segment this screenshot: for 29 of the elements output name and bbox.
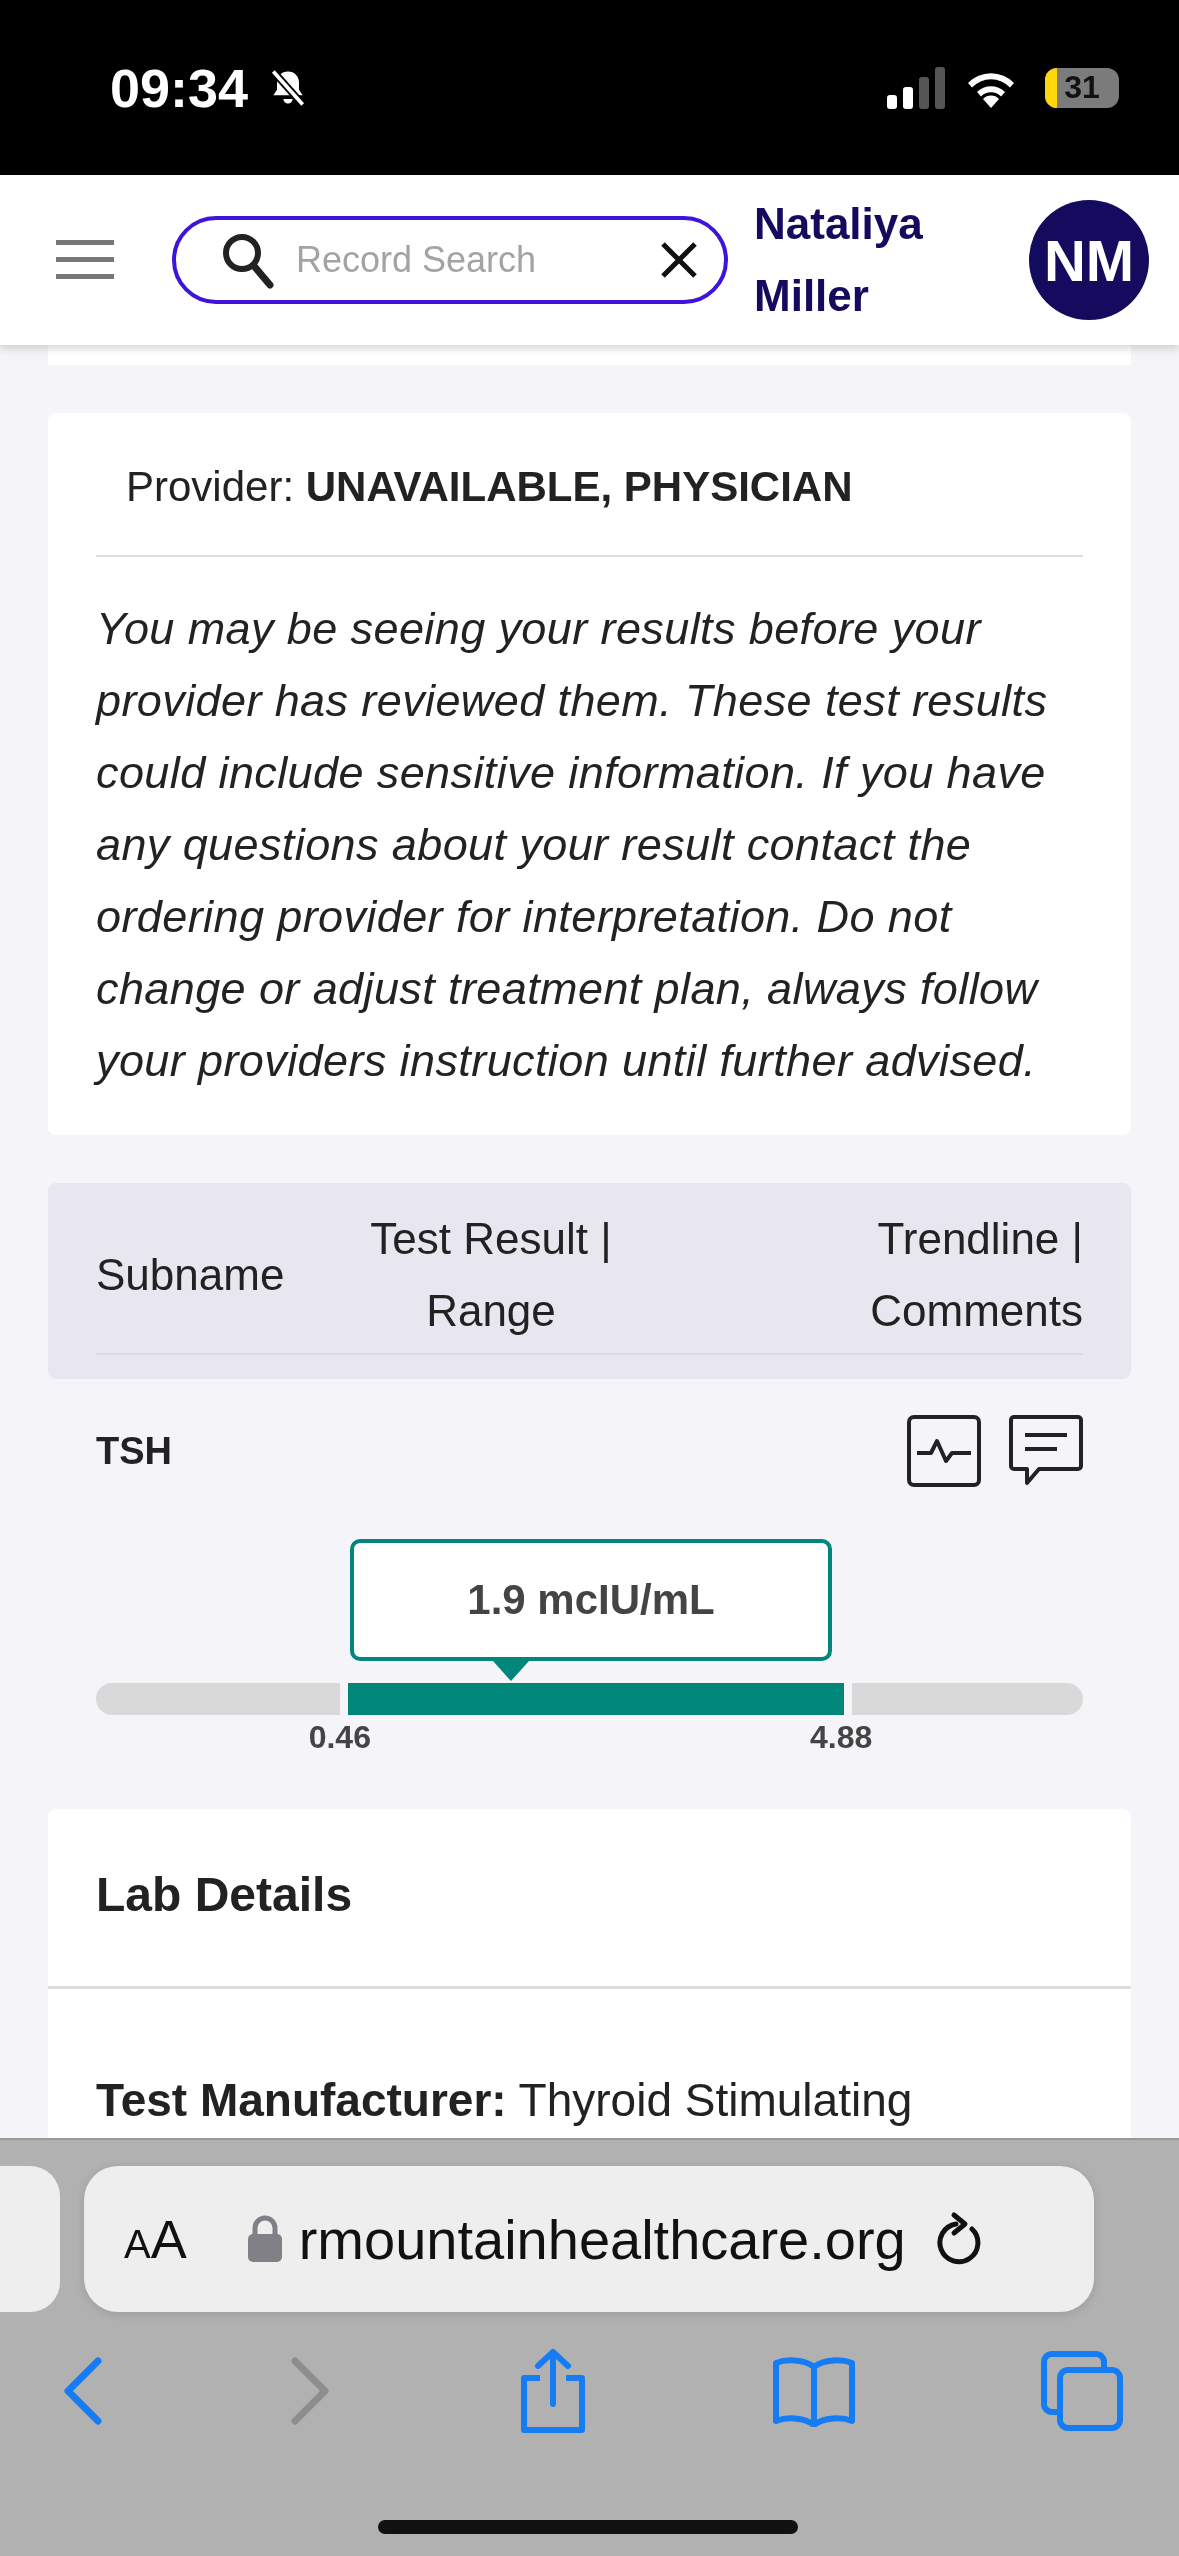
comment-icon[interactable] — [1009, 1415, 1083, 1487]
result-value: 1.9 mcIU/mL — [350, 1539, 832, 1661]
column-header: Trendline | Comments — [869, 1213, 1083, 1337]
trendline-icon[interactable] — [907, 1415, 981, 1487]
search-icon — [220, 231, 274, 289]
signal-icon — [887, 66, 947, 109]
battery-fill — [1045, 67, 1057, 108]
section-title: Lab Details — [48, 1809, 1131, 1989]
user-avatar[interactable]: NM — [1029, 200, 1149, 320]
column-header: Subname — [96, 1249, 286, 1301]
test-name: TSH — [96, 1429, 172, 1473]
column-header: Test Result | Range — [369, 1213, 613, 1337]
menu-icon[interactable] — [56, 240, 114, 280]
text-size-button[interactable]: AA — [124, 2208, 187, 2270]
search-field[interactable]: Record Search — [172, 216, 728, 304]
url-text: rmountainhealthcare.org — [298, 2206, 906, 2272]
range-high: 4.88 — [810, 1719, 873, 1756]
book-icon[interactable] — [772, 2355, 857, 2427]
user-name: Nataliya Miller — [754, 198, 924, 322]
range-low: 0.46 — [308, 1719, 371, 1756]
tabs-icon[interactable] — [1041, 2351, 1123, 2431]
clock-time: 09:34 — [110, 56, 249, 119]
battery-level: 31 — [1064, 69, 1100, 106]
provider-text: Provider: UNAVAILABLE, PHYSICIAN — [96, 463, 1083, 557]
lock-icon — [246, 2215, 283, 2263]
search-input[interactable]: Record Search — [294, 238, 640, 282]
close-icon[interactable] — [660, 241, 698, 279]
address-bar[interactable]: AA rmountainhealthcare.org — [84, 2166, 1094, 2312]
manufacturer-text: Test Manufacturer: Thyroid Stimulating — [95, 2073, 914, 2128]
